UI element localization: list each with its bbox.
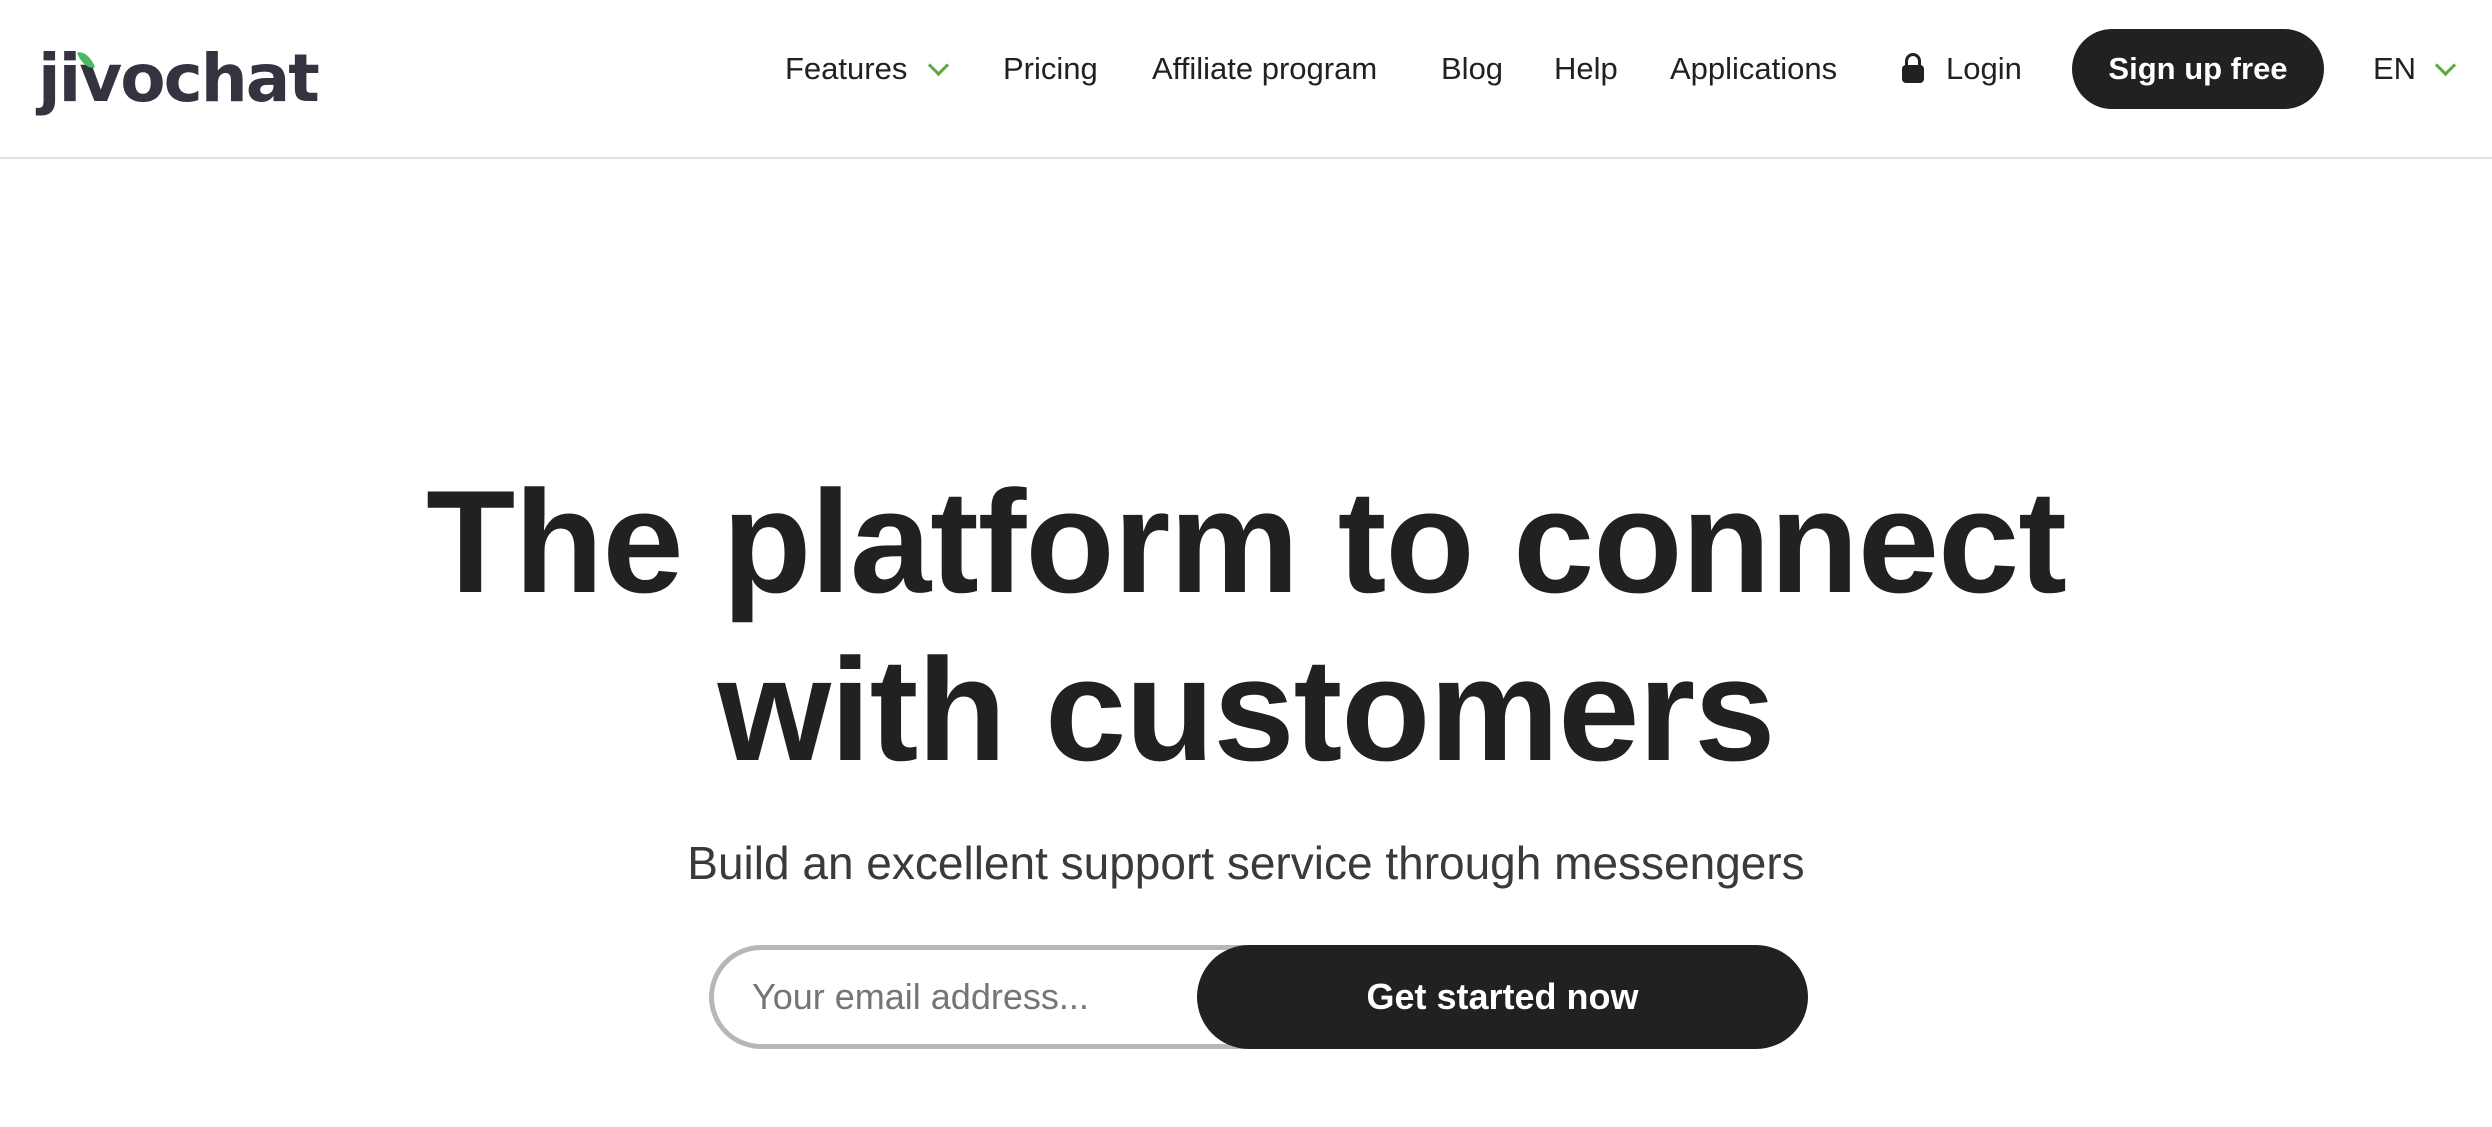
login-link[interactable]: Login	[1902, 29, 2022, 109]
email-input[interactable]	[709, 945, 1269, 1049]
login-label: Login	[1946, 51, 2022, 86]
site-header: jivochat Features Pricing Affiliate prog…	[0, 0, 2492, 159]
nav-pricing[interactable]: Pricing	[1003, 29, 1098, 109]
nav-applications[interactable]: Applications	[1670, 29, 1837, 109]
language-selector[interactable]: EN	[2373, 29, 2457, 109]
nav-blog-label: Blog	[1441, 51, 1504, 86]
sign-up-button[interactable]: Sign up free	[2072, 29, 2324, 109]
nav-affiliate-label: Affiliate program	[1152, 51, 1378, 86]
nav-affiliate-program[interactable]: Affiliate program	[1152, 29, 1377, 109]
nav-features[interactable]: Features	[785, 29, 950, 109]
signup-form: Get started now	[709, 945, 1808, 1049]
hero-title-line-1: The platform to connect	[426, 460, 2067, 623]
chevron-down-icon	[928, 54, 950, 76]
nav-pricing-label: Pricing	[1003, 51, 1098, 86]
nav-applications-label: Applications	[1670, 51, 1838, 86]
chevron-down-icon	[2434, 54, 2457, 76]
hero-title: The platform to connect with customers	[0, 458, 2492, 794]
nav-help[interactable]: Help	[1554, 29, 1618, 109]
nav-help-label: Help	[1554, 51, 1618, 86]
get-started-button[interactable]: Get started now	[1197, 945, 1808, 1049]
nav-blog[interactable]: Blog	[1441, 29, 1503, 109]
nav-features-label: Features	[785, 51, 908, 86]
lock-icon	[1902, 53, 1924, 83]
hero-subtitle: Build an excellent support service throu…	[687, 837, 1805, 889]
language-label: EN	[2373, 51, 2417, 86]
hero-title-line-2: with customers	[717, 628, 1776, 791]
